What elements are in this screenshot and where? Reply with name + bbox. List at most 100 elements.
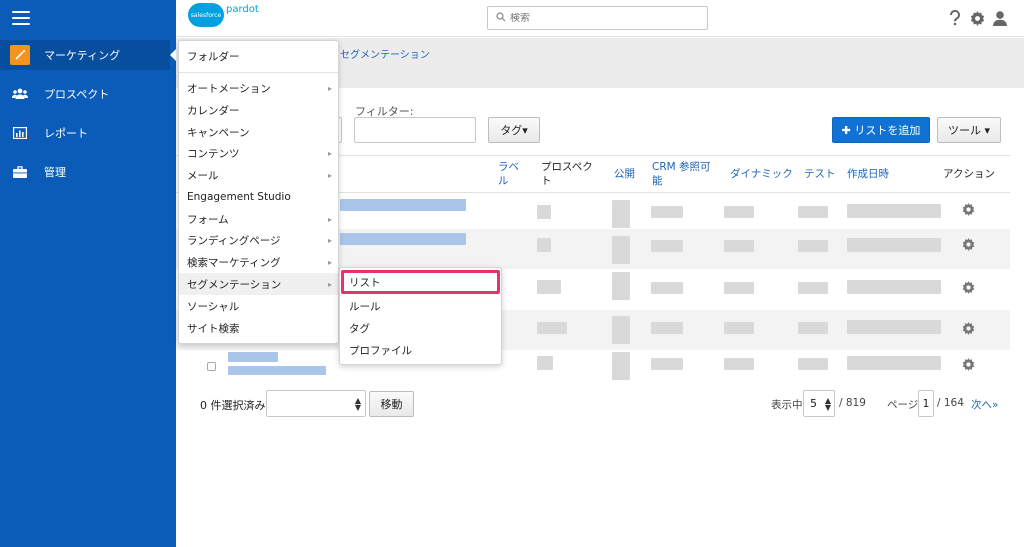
menu-item-folders[interactable]: フォルダー: [179, 45, 338, 67]
page-input[interactable]: 1: [918, 390, 934, 417]
redacted-value: [724, 206, 754, 218]
redacted-date: [847, 238, 941, 252]
sidebar-item-label: レポート: [44, 127, 88, 140]
redacted-value: [798, 240, 828, 252]
add-list-button[interactable]: ✚ リストを追加: [832, 117, 930, 143]
menu-item-forms[interactable]: フォーム ▸: [179, 208, 338, 230]
bulk-action-select[interactable]: ▲ ▼: [266, 390, 366, 417]
user-avatar-icon[interactable]: [991, 9, 1009, 27]
chevron-right-icon: ▸: [327, 148, 332, 158]
column-header-created[interactable]: 作成日時: [847, 167, 889, 181]
column-header-prospects: プロスペクト: [541, 161, 593, 187]
redacted-value: [612, 200, 630, 228]
search-icon: [496, 11, 506, 25]
sidebar-item-label: プロスペクト: [44, 88, 110, 101]
redacted-date: [847, 280, 941, 294]
search-input[interactable]: [510, 12, 690, 24]
redacted-value: [537, 205, 551, 219]
redacted-value: [651, 358, 683, 370]
redacted-value: [537, 356, 553, 370]
redacted-value: [724, 322, 754, 334]
menu-item-automation[interactable]: オートメーション ▸: [179, 77, 338, 99]
gear-icon[interactable]: [968, 9, 986, 27]
chevron-right-icon: ▸: [327, 279, 332, 289]
redacted-value: [651, 282, 683, 294]
column-header-actions: アクション: [943, 168, 995, 180]
tools-button[interactable]: ツール ▾: [937, 117, 1001, 143]
chevron-right-icon: ▸: [327, 257, 332, 267]
menu-item-search-marketing[interactable]: 検索マーケティング ▸: [179, 251, 338, 273]
row-action-gear-icon[interactable]: [962, 281, 975, 294]
redacted-value: [537, 322, 567, 334]
row-checkbox[interactable]: [207, 362, 216, 371]
column-header-label[interactable]: ラベル: [498, 160, 522, 188]
menu-item-engagement-studio[interactable]: Engagement Studio: [179, 186, 338, 208]
redacted-value: [612, 236, 630, 264]
row-action-gear-icon[interactable]: [962, 238, 975, 251]
column-header-dynamic[interactable]: ダイナミック: [730, 167, 793, 181]
filter-input[interactable]: [354, 117, 476, 143]
submenu-item-rules[interactable]: ルール: [340, 295, 501, 317]
total-count: / 819: [839, 397, 866, 409]
segmentation-submenu: リスト ルール タグ プロファイル: [339, 267, 502, 365]
redacted-value: [651, 322, 683, 334]
row-action-gear-icon[interactable]: [962, 322, 975, 335]
next-page-link[interactable]: 次へ»: [971, 397, 998, 412]
menu-item-content[interactable]: コンテンツ ▸: [179, 142, 338, 164]
help-icon[interactable]: [946, 9, 964, 27]
menu-item-email[interactable]: メール ▸: [179, 164, 338, 186]
sidebar-item-marketing[interactable]: マーケティング: [0, 40, 170, 70]
row-action-gear-icon[interactable]: [962, 358, 975, 371]
per-page-select[interactable]: 5 ▲ ▼: [803, 390, 835, 417]
menu-item-landing-pages[interactable]: ランディングページ ▸: [179, 229, 338, 251]
menu-item-campaigns[interactable]: キャンペーン: [179, 121, 338, 143]
column-header-public[interactable]: 公開: [614, 167, 635, 181]
tag-button[interactable]: タグ▾: [488, 117, 540, 143]
sidebar-item-label: 管理: [44, 166, 66, 179]
chevron-right-icon: ▸: [327, 170, 332, 180]
people-icon: [10, 84, 30, 104]
marketing-menu: フォルダー オートメーション ▸ カレンダー キャンペーン コンテンツ ▸ メール ▸…: [178, 40, 339, 344]
redacted-value: [724, 240, 754, 252]
sidebar-item-prospects[interactable]: プロスペクト: [0, 79, 176, 109]
submenu-item-lists[interactable]: リスト: [341, 270, 500, 294]
redacted-value: [798, 282, 828, 294]
menu-divider: [179, 72, 338, 73]
menu-item-segmentation[interactable]: セグメンテーション ▸: [179, 273, 338, 295]
product-name: pardot: [226, 3, 259, 15]
sidebar-item-reports[interactable]: レポート: [0, 118, 176, 148]
column-header-crm-visible[interactable]: CRM 参照可能: [652, 160, 718, 188]
selected-count-label: 0 件選択済み:: [200, 399, 270, 412]
redacted-value: [724, 358, 754, 370]
select-arrows-icon: ▲ ▼: [824, 396, 831, 412]
chevron-right-icon: ▸: [327, 83, 332, 93]
column-header-test[interactable]: テスト: [804, 167, 836, 181]
magic-wand-icon: [10, 45, 30, 65]
row-action-gear-icon[interactable]: [962, 203, 975, 216]
search-box[interactable]: [487, 6, 708, 30]
salesforce-cloud-icon: salesforce: [188, 3, 224, 27]
menu-item-site-search[interactable]: サイト検索: [179, 317, 338, 339]
salesforce-pardot-logo[interactable]: salesforce pardot: [188, 3, 259, 27]
redacted-value: [537, 280, 561, 294]
sidebar: マーケティング プロスペクト レポート 管理: [0, 0, 176, 547]
redacted-list-name: [228, 352, 278, 362]
page-label: ページ: [887, 399, 919, 411]
menu-item-social[interactable]: ソーシャル: [179, 295, 338, 317]
chevron-right-icon: ▸: [327, 214, 332, 224]
hamburger-menu-icon[interactable]: [12, 11, 30, 25]
submenu-item-tags[interactable]: タグ: [340, 317, 501, 339]
page-total: / 164: [937, 397, 964, 409]
redacted-list-name: [340, 199, 466, 211]
redacted-date: [847, 320, 941, 334]
move-button[interactable]: 移動: [369, 391, 414, 417]
menu-item-calendar[interactable]: カレンダー: [179, 99, 338, 121]
redacted-value: [798, 206, 828, 218]
redacted-value: [724, 282, 754, 294]
sidebar-item-admin[interactable]: 管理: [0, 157, 176, 187]
redacted-value: [651, 240, 683, 252]
breadcrumb-current[interactable]: セグメンテーション: [340, 46, 430, 61]
select-arrows-icon: ▲ ▼: [354, 396, 361, 412]
submenu-item-profiles[interactable]: プロファイル: [340, 339, 501, 361]
report-chart-icon: [10, 123, 30, 143]
